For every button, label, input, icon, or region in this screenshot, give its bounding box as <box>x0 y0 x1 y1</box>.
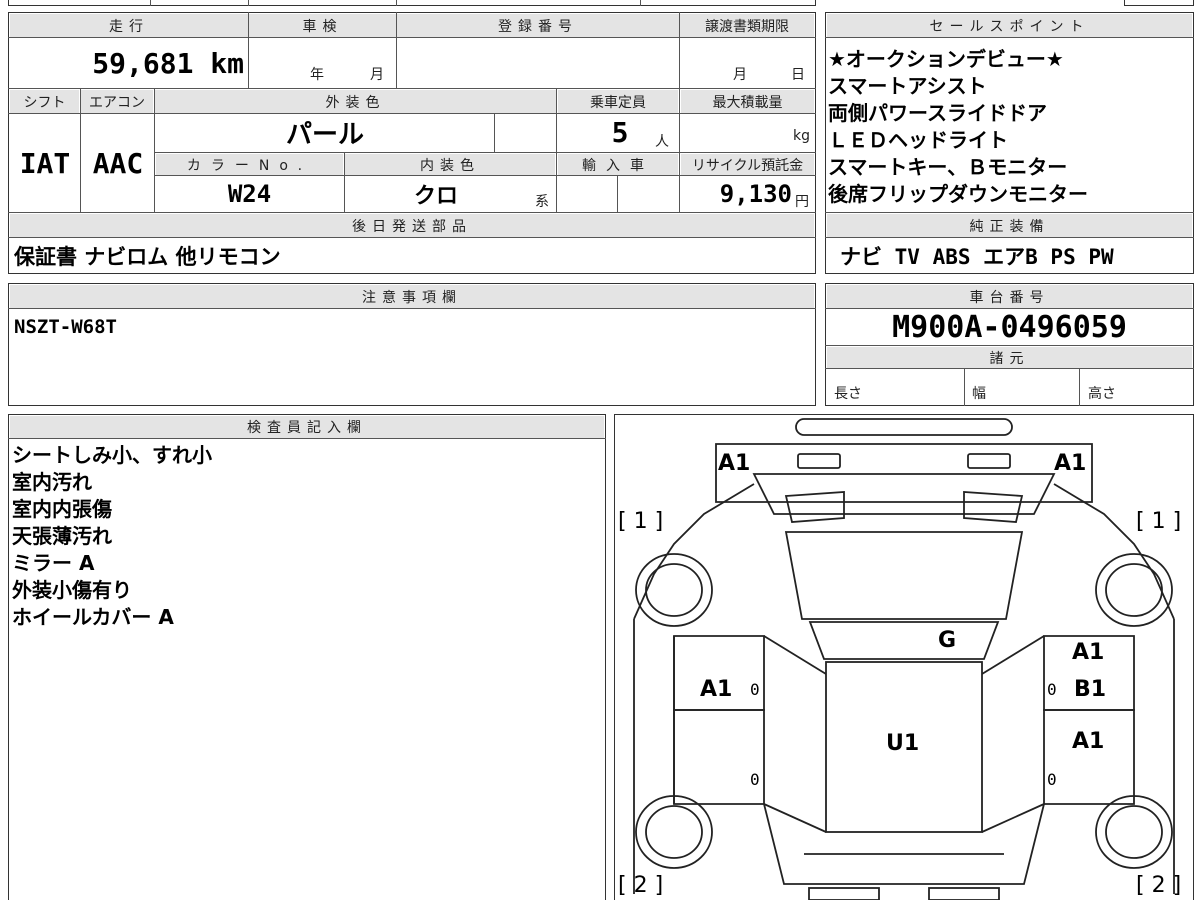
car-outline-diagram <box>633 418 1175 900</box>
specs-header: 諸元 <box>827 347 1192 368</box>
damage-front-door-left: A1 <box>700 677 733 702</box>
recycle-header: リサイクル預託金 <box>681 154 814 175</box>
zero-mark: 0 <box>1047 770 1057 789</box>
shaken-header: 車検 <box>249 14 396 37</box>
sales-point-line: ＬＥＤヘッドライト <box>828 128 1008 152</box>
damage-roof: U1 <box>886 731 920 756</box>
aircon-value: AAC <box>92 146 144 180</box>
capacity-header: 乗車定員 <box>558 90 678 113</box>
spec-width-label: 幅 <box>972 386 986 402</box>
exterior-color-header: 外装色 <box>155 90 556 113</box>
later-parts-header: 後日発送部品 <box>10 214 814 237</box>
shaken-year-unit: 年 <box>310 67 324 83</box>
shift-header: シフト <box>10 90 79 113</box>
zero-mark: 0 <box>750 680 760 699</box>
mileage-header: 走行 <box>10 14 248 37</box>
clipped-top-strip <box>8 0 816 6</box>
damage-front-door-right: A1 <box>1072 640 1105 665</box>
color-no-value: W24 <box>227 180 272 208</box>
tire-bracket-bottom-right: [ 2 ] <box>1136 873 1182 898</box>
chassis-number: M900A-0496059 <box>892 309 1127 345</box>
inspector-line: 室内内張傷 <box>12 497 112 521</box>
sales-points-list: ★オークションデビュー★ スマートアシスト 両側パワースライドドア ＬＥＤヘッド… <box>828 46 1192 208</box>
aircon-header: エアコン <box>81 90 153 113</box>
transfer-month-unit: 月 <box>733 67 747 83</box>
spec-height-label: 高さ <box>1088 386 1116 402</box>
interior-color-suffix: 系 <box>535 194 549 210</box>
later-parts-value: 保証書 ナビロム 他リモコン <box>14 245 281 269</box>
sales-point-line: スマートアシスト <box>828 74 987 98</box>
import-header: 輸入車 <box>558 154 678 175</box>
inspector-line: ホイールカバー A <box>12 605 174 629</box>
recycle-value: 9,130 <box>719 180 792 208</box>
damage-rear-door-right: A1 <box>1072 729 1105 754</box>
genuine-equipment-value: ナビ TV ABS エアB PS PW <box>840 245 1114 269</box>
spec-length-label: 長さ <box>834 386 862 402</box>
tire-bracket-top-right: [ 1 ] <box>1136 509 1182 534</box>
interior-color-value: クロ <box>413 184 458 209</box>
damage-front-left: A1 <box>718 451 751 476</box>
color-no-header: カラーNo. <box>156 154 343 175</box>
inspector-line: 天張薄汚れ <box>12 524 112 548</box>
chassis-header: 車台番号 <box>827 285 1192 308</box>
zero-mark: 0 <box>750 770 760 789</box>
sales-point-line: ★オークションデビュー★ <box>828 47 1064 71</box>
transfer-day-unit: 日 <box>791 67 805 83</box>
mileage-value: 59,681 km <box>92 46 244 80</box>
capacity-unit: 人 <box>655 134 669 150</box>
interior-color-header: 内装色 <box>345 154 555 175</box>
shift-value: IAT <box>19 146 71 180</box>
notes-header: 注意事項欄 <box>10 285 814 308</box>
damage-front-right: A1 <box>1054 451 1087 476</box>
zero-mark: 0 <box>1047 680 1057 699</box>
sales-point-line: スマートキー、Ｂモニター <box>828 155 1068 179</box>
clipped-top-strip-right <box>1124 0 1194 6</box>
inspector-list: シートしみ小、すれ小 室内汚れ 室内内張傷 天張薄汚れ ミラー A 外装小傷有り… <box>12 442 602 631</box>
sales-point-line: 両側パワースライドドア <box>828 101 1047 125</box>
shaken-month-unit: 月 <box>370 67 384 83</box>
inspector-line: シートしみ小、すれ小 <box>12 443 212 467</box>
tire-bracket-bottom-left: [ 2 ] <box>618 873 664 898</box>
sales-points-header: セールスポイント <box>827 14 1192 37</box>
inspector-line: 室内汚れ <box>12 470 92 494</box>
damage-bonnet: G <box>938 628 957 653</box>
recycle-unit: 円 <box>795 194 809 210</box>
inspector-line: ミラー A <box>12 551 95 575</box>
tire-bracket-top-left: [ 1 ] <box>618 509 664 534</box>
genuine-equipment-header: 純正装備 <box>827 214 1192 237</box>
max-load-unit: kg <box>793 128 810 144</box>
damage-slide-door-right: B1 <box>1074 677 1107 702</box>
inspector-header: 検査員記入欄 <box>10 416 604 438</box>
sales-point-line: 後席フリップダウンモニター <box>828 182 1088 206</box>
notes-value: NSZT-W68T <box>14 316 117 338</box>
exterior-color-value: パール <box>285 120 364 150</box>
capacity-value: 5 <box>611 116 629 149</box>
registration-header: 登録番号 <box>397 14 679 37</box>
max-load-header: 最大積載量 <box>681 90 814 113</box>
inspector-line: 外装小傷有り <box>12 578 132 602</box>
transfer-deadline-header: 譲渡書類期限 <box>680 14 814 37</box>
